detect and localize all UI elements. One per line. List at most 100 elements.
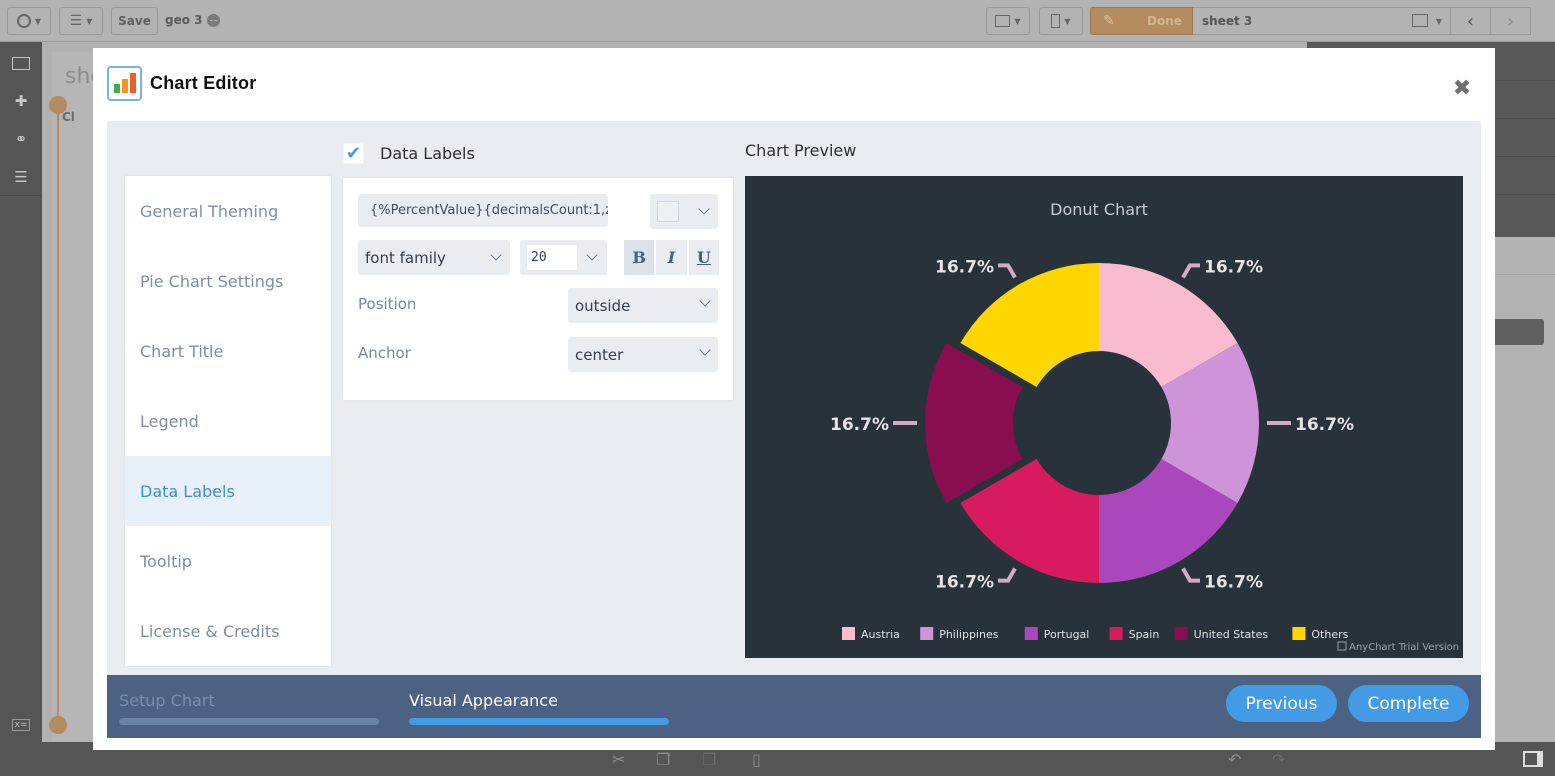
legend-marker <box>1109 627 1123 640</box>
save-button[interactable]: Save <box>111 7 158 35</box>
step-progress-bar <box>119 718 379 725</box>
list-menu-button[interactable]: ☰ ▼ <box>59 7 103 35</box>
label-connector <box>1181 567 1200 583</box>
close-icon[interactable]: ✖ <box>1451 78 1473 100</box>
legend-item[interactable]: Philippines <box>920 627 999 641</box>
legend-marker <box>1292 627 1306 640</box>
donut-chart: Donut Chart 16.7% 16.7% 16.7% 16.7% 16.7% 16.… <box>830 200 1459 653</box>
done-button[interactable]: ✎ Done <box>1090 7 1193 35</box>
complete-button[interactable]: Complete <box>1348 685 1469 722</box>
legend-item[interactable]: United States <box>1174 627 1269 641</box>
step-visual-appearance[interactable]: Visual Appearance <box>409 675 669 738</box>
chart-preview-section: Chart Preview Donut Chart 16.7% 16.7% 16.7… <box>745 121 1463 675</box>
sheet-select[interactable]: sheet 3 ▼ <box>1193 7 1451 35</box>
label-connector <box>998 263 1017 279</box>
data-labels-card: {%PercentValue}{decimalsCount:1,zeroFill… <box>343 178 733 400</box>
bold-button[interactable]: B <box>624 240 655 275</box>
nav-item-tooltip[interactable]: Tooltip <box>125 526 331 596</box>
legend-item[interactable]: Others <box>1292 627 1349 641</box>
previous-button[interactable]: Previous <box>1226 685 1337 722</box>
font-size-input[interactable]: 20 <box>527 245 577 270</box>
more-icon[interactable] <box>206 13 220 27</box>
chevron-down-icon: ▼ <box>86 16 93 26</box>
font-size-select[interactable]: 20 <box>520 240 607 275</box>
dialog-title: Chart Editor <box>150 73 257 93</box>
chevron-down-icon: ▼ <box>1014 16 1021 26</box>
next-sheet-button[interactable]: › <box>1491 7 1531 35</box>
dialog-header: Chart Editor ✖ <box>93 48 1495 120</box>
copy-icon[interactable]: ❐ <box>656 750 670 769</box>
panel-button[interactable] <box>1491 319 1544 345</box>
puzzle-icon[interactable]: ✚ <box>0 82 42 120</box>
font-family-select[interactable]: font family <box>358 240 510 275</box>
nav-item-pie-chart-settings[interactable]: Pie Chart Settings <box>125 246 331 316</box>
font-color-swatch <box>657 201 679 222</box>
data-label: 16.7% <box>935 257 994 277</box>
chart-preview-title: Chart Preview <box>745 141 857 160</box>
underline-button[interactable]: U <box>688 240 719 275</box>
nav-item-license-credits[interactable]: License & Credits <box>125 596 331 666</box>
font-color-picker[interactable] <box>650 194 718 229</box>
italic-button[interactable]: I <box>656 240 687 275</box>
trash-icon[interactable]: ▯ <box>752 750 761 769</box>
position-select[interactable]: outside <box>568 288 718 323</box>
legend-item[interactable]: Austria <box>842 627 900 641</box>
presentation-icon <box>995 15 1011 27</box>
panel-toggle-icon[interactable] <box>1523 751 1543 767</box>
formula-icon[interactable]: x= <box>0 706 42 744</box>
nav-item-chart-title[interactable]: Chart Title <box>125 316 331 386</box>
chevron-down-icon <box>586 249 598 261</box>
chart-editor-dialog: Chart Editor ✖ General Theming Pie Chart … <box>93 48 1495 750</box>
previous-sheet-button[interactable]: ‹ <box>1451 7 1491 35</box>
add-chart-label[interactable]: Cl <box>62 110 75 124</box>
legend-label: Spain <box>1129 628 1160 641</box>
app-left-sidebar: ✚ ⚭ ☰ x= <box>0 42 42 776</box>
legend-marker <box>920 627 934 640</box>
legend-item[interactable]: Portugal <box>1024 627 1090 641</box>
nav-item-data-labels[interactable]: Data Labels <box>125 456 331 526</box>
list-icon: ☰ <box>69 13 83 29</box>
anchor-select[interactable]: center <box>568 337 718 372</box>
legend-label: Austria <box>861 628 900 641</box>
data-labels-toggle[interactable]: ✔ Data Labels <box>343 143 475 164</box>
chart-icon[interactable] <box>0 44 42 82</box>
chevron-down-icon: ▼ <box>1435 17 1442 26</box>
chevron-down-icon <box>490 249 502 261</box>
credits-text: AnyChart Trial Version <box>1349 642 1459 653</box>
compass-menu-button[interactable]: ▼ <box>7 7 51 35</box>
dialog-body: General Theming Pie Chart Settings Chart T… <box>107 121 1481 675</box>
legend-label: Others <box>1311 628 1348 641</box>
label-format-input[interactable]: {%PercentValue}{decimalsCount:1,zeroFill… <box>358 194 608 227</box>
credits[interactable]: AnyChart Trial Version <box>1337 641 1459 653</box>
document-title[interactable]: geo 3 <box>165 13 220 27</box>
data-labels-settings: ✔ Data Labels {%PercentValue}{decimalsCo… <box>343 121 733 675</box>
nav-item-legend[interactable]: Legend <box>125 386 331 456</box>
chevron-down-icon: ▼ <box>34 16 42 26</box>
legend-label: Portugal <box>1044 628 1090 641</box>
data-label: 16.7% <box>1295 415 1354 435</box>
selection-guide <box>57 104 59 724</box>
checkbox-checked-icon[interactable]: ✔ <box>343 143 364 164</box>
presentation-button[interactable]: ▼ <box>986 7 1030 35</box>
database-icon[interactable]: ☰ <box>0 158 42 196</box>
step-setup-chart[interactable]: Setup Chart <box>119 675 379 738</box>
legend-item[interactable]: Spain <box>1109 627 1160 641</box>
data-label: 16.7% <box>935 573 994 593</box>
data-label: 16.7% <box>1204 257 1263 277</box>
label-connector <box>1181 263 1200 279</box>
undo-icon[interactable]: ↶ <box>1228 750 1241 769</box>
link-icon[interactable]: ⚭ <box>0 120 42 158</box>
bookmark-button[interactable]: ▼ <box>1039 7 1083 35</box>
resize-handle[interactable] <box>49 716 67 734</box>
position-label: Position <box>358 295 417 313</box>
pencil-icon: ✎ <box>1103 13 1115 29</box>
label-connector <box>998 567 1017 583</box>
paste-icon[interactable]: ❐ <box>702 750 716 769</box>
chart-editor-logo-icon <box>107 66 142 101</box>
legend-label: United States <box>1194 628 1269 641</box>
scissors-icon[interactable]: ✂ <box>612 750 625 769</box>
redo-icon[interactable]: ↷ <box>1272 750 1285 769</box>
nav-item-general-theming[interactable]: General Theming <box>125 176 331 246</box>
legend-marker <box>842 627 855 640</box>
compass-icon <box>16 14 31 28</box>
